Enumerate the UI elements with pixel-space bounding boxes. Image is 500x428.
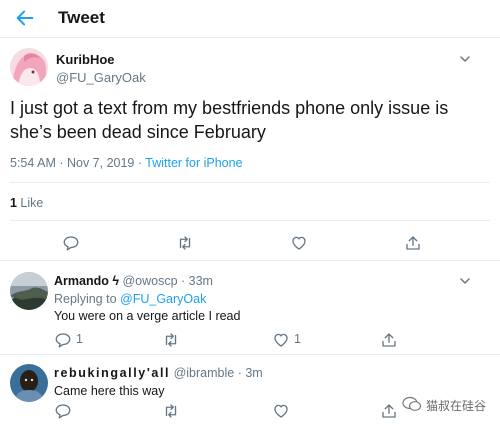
display-name[interactable]: KuribHoe [56, 52, 115, 67]
avatar[interactable] [10, 48, 48, 86]
divider [10, 220, 490, 221]
reply-icon[interactable] [54, 402, 72, 420]
chevron-down-icon[interactable] [458, 52, 472, 66]
reply-author: rebukingally'all @ibramble · 3m [54, 366, 263, 380]
like-icon[interactable] [272, 402, 290, 420]
reply-tweet[interactable]: Armando ϟ @owoscp · 33m Replying to @FU_… [0, 260, 500, 354]
user-handle[interactable]: @FU_GaryOak [56, 70, 146, 85]
wechat-icon [402, 396, 422, 415]
like-icon[interactable] [290, 234, 308, 252]
top-bar: Tweet [0, 0, 500, 38]
reply-author: Armando ϟ @owoscp · 33m [54, 274, 213, 288]
retweet-icon[interactable] [162, 331, 180, 349]
reply-tweet[interactable]: rebukingally'all @ibramble · 3m Came her… [0, 354, 500, 428]
watermark-text: 猫叔在硅谷 [426, 399, 487, 413]
tweet-source-link[interactable]: Twitter for iPhone [145, 156, 242, 170]
page-title: Tweet [58, 8, 105, 27]
share-icon[interactable] [404, 234, 422, 252]
avatar[interactable] [10, 364, 48, 402]
likes-summary[interactable]: 1 Like [10, 196, 43, 210]
like-count: 1 [294, 332, 301, 346]
tweet-meta: 5:54 AM · Nov 7, 2019 · Twitter for iPho… [10, 156, 243, 170]
reply-text: Came here this way [54, 384, 165, 398]
share-icon[interactable] [380, 402, 398, 420]
watermark: 猫叔在硅谷 [402, 396, 486, 415]
retweet-icon[interactable] [176, 234, 194, 252]
avatar[interactable] [10, 272, 48, 310]
share-icon[interactable] [380, 331, 398, 349]
replying-to: Replying to @FU_GaryOak [54, 292, 206, 306]
back-arrow-icon[interactable] [14, 7, 36, 29]
tweet-timestamp[interactable]: 5:54 AM · Nov 7, 2019 · [10, 156, 145, 170]
reply-icon[interactable] [54, 331, 72, 349]
divider [10, 182, 490, 183]
reply-text: You were on a verge article I read [54, 309, 241, 323]
user-handle[interactable]: @ibramble · 3m [174, 366, 263, 380]
display-name[interactable]: Armando ϟ [54, 274, 119, 288]
like-label: Like [16, 196, 44, 210]
user-handle[interactable]: @owoscp · 33m [122, 274, 213, 288]
like-icon[interactable] [272, 331, 290, 349]
reply-count: 1 [76, 332, 83, 346]
replying-prefix: Replying to [54, 292, 121, 306]
replying-to-link[interactable]: @FU_GaryOak [120, 292, 206, 306]
reply-icon[interactable] [62, 234, 80, 252]
like-count: 1 [10, 196, 17, 210]
retweet-icon[interactable] [162, 402, 180, 420]
tweet-text: I just got a text from my bestfriends ph… [10, 98, 449, 142]
chevron-down-icon[interactable] [458, 274, 472, 288]
display-name[interactable]: rebukingally'all [54, 366, 170, 380]
